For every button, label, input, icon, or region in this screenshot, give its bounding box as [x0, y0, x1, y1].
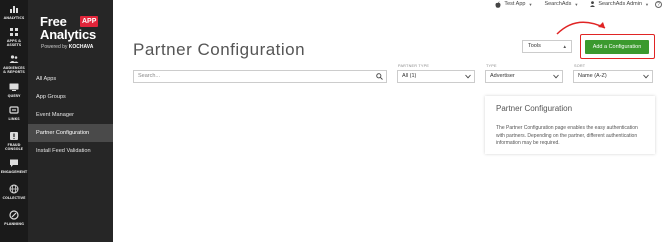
sidebar-item-install-feed-validation[interactable]: Install Feed Validation — [28, 142, 113, 160]
partner-type-select[interactable]: All (1) — [397, 70, 475, 83]
sidebar: Free APP Analytics Powered by KOCHAVA Al… — [28, 0, 113, 242]
rail-label: FRAUD CONSOLE — [4, 143, 23, 151]
info-panel-title: Partner Configuration — [496, 104, 573, 113]
sidebar-item-all-apps[interactable]: All Apps — [28, 70, 113, 88]
rail-item-links[interactable]: LINKS — [0, 105, 28, 121]
company-name: KOCHAVA — [68, 44, 94, 50]
search-placeholder: Search... — [138, 73, 161, 79]
globe-icon — [9, 184, 19, 194]
rail-label: ENGAGEMENT — [0, 170, 28, 174]
top-bar: Test App ▼ SearchAds ▼ SearchAds Admin ▼… — [483, 0, 662, 8]
search-ads-menu[interactable]: SearchAds ▼ — [544, 1, 578, 7]
rail-label: QUERY — [7, 94, 21, 98]
chevron-down-icon: ▲ — [562, 44, 567, 49]
user-menu[interactable]: SearchAds Admin ▼ — [590, 1, 649, 7]
sort-value: Name (A-Z) — [578, 73, 607, 79]
help-icon: ? — [655, 0, 662, 8]
rail-item-apps-assets[interactable]: APPS & ASSETS — [0, 27, 28, 47]
brand-app-badge: APP — [80, 16, 99, 27]
sidebar-item-app-groups[interactable]: App Groups — [28, 88, 113, 106]
user-label: SearchAds Admin — [598, 1, 643, 7]
apple-icon — [495, 1, 501, 8]
brand-analytics: Analytics — [40, 27, 97, 42]
rail-label: PLANNING — [4, 222, 24, 226]
info-panel-text: The Partner Configuration page enables t… — [496, 125, 638, 146]
rail-item-engagement[interactable]: ENGAGEMENT — [0, 158, 28, 174]
chevron-down-icon — [465, 74, 471, 79]
chevron-down-icon — [643, 74, 649, 79]
brand-powered-by: Powered by KOCHAVA — [41, 44, 93, 50]
chevron-down-icon: ▼ — [645, 1, 649, 7]
chevron-down-icon: ▼ — [528, 1, 533, 7]
powered-by-text: Powered by — [41, 44, 68, 50]
planning-icon — [9, 210, 19, 220]
sidebar-item-event-manager[interactable]: Event Manager — [28, 106, 113, 124]
app-selector[interactable]: Test App ▼ — [495, 1, 532, 8]
search-icon — [376, 73, 383, 80]
query-icon — [9, 83, 19, 91]
user-icon — [590, 1, 596, 7]
sidebar-item-partner-configuration[interactable]: Partner Configuration — [28, 124, 113, 142]
info-panel: Partner Configuration The Partner Config… — [485, 96, 655, 154]
chevron-down-icon — [553, 74, 559, 79]
chart-icon — [10, 6, 18, 13]
rail-item-fraud-console[interactable]: FRAUD CONSOLE — [0, 131, 28, 151]
tools-dropdown[interactable]: Tools ▲ — [522, 40, 572, 53]
chat-icon — [10, 159, 18, 167]
partner-type-label: PARTNER TYPE — [398, 64, 430, 68]
people-icon — [9, 55, 19, 63]
sort-label: SORT — [574, 64, 586, 68]
rail-label: LINKS — [8, 117, 20, 121]
tools-label: Tools — [528, 43, 541, 49]
add-configuration-button[interactable]: Add a Configuration — [585, 40, 649, 54]
brand-logo[interactable]: Free APP Analytics Powered by KOCHAVA — [40, 15, 112, 57]
sort-select[interactable]: Name (A-Z) — [573, 70, 653, 83]
rail-label: ANALYTICS — [3, 16, 25, 20]
rail-item-planning[interactable]: PLANNING — [0, 210, 28, 226]
chevron-down-icon: ▼ — [574, 1, 579, 7]
fraud-icon — [10, 132, 18, 140]
link-icon — [9, 106, 19, 114]
apps-grid-icon — [10, 28, 18, 36]
rail-item-analytics[interactable]: ANALYTICS — [0, 4, 28, 20]
search-input[interactable]: Search... — [133, 70, 387, 83]
rail-label: APPS & ASSETS — [6, 39, 22, 47]
type-label: TYPE — [486, 64, 497, 68]
rail-label: AUDIENCES & REPORTS — [3, 66, 25, 74]
partner-type-value: All (1) — [402, 73, 417, 79]
type-select[interactable]: Advertiser — [485, 70, 563, 83]
icon-rail: ANALYTICS APPS & ASSETS AUDIENCES & REPO… — [0, 0, 28, 242]
help-button[interactable]: ? — [655, 0, 662, 8]
app-selector-label: Test App — [504, 1, 526, 7]
rail-label: COLLECTIVE — [2, 196, 26, 200]
rail-item-collective[interactable]: COLLECTIVE — [0, 184, 28, 200]
sidebar-nav: All Apps App Groups Event Manager Partne… — [28, 70, 113, 160]
rail-item-audiences-reports[interactable]: AUDIENCES & REPORTS — [0, 54, 28, 74]
rail-item-query[interactable]: QUERY — [0, 82, 28, 98]
page-title: Partner Configuration — [133, 40, 306, 59]
search-ads-label: SearchAds — [544, 1, 572, 7]
type-value: Advertiser — [490, 73, 515, 79]
